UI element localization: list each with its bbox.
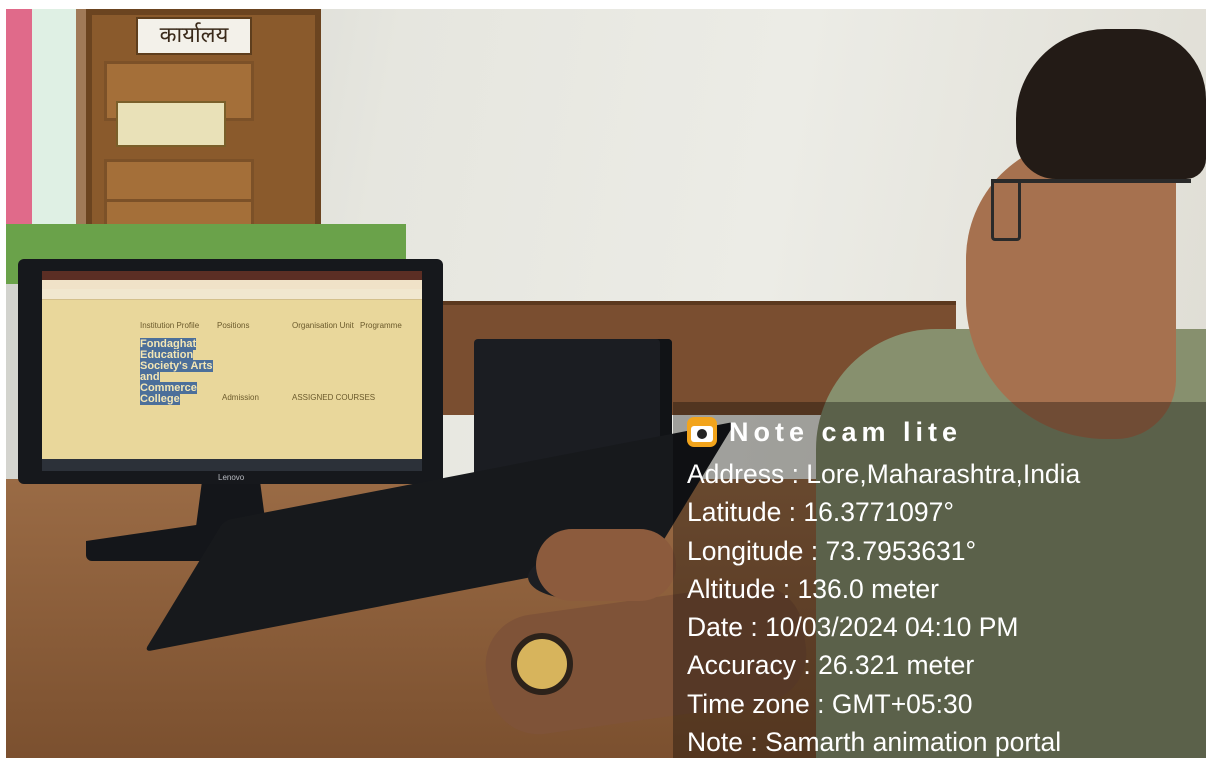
screen-heading: Institution Profile — [140, 321, 200, 330]
glasses-lens — [991, 179, 1021, 241]
notecam-overlay: Note cam lite Address : Lore,Maharashtra… — [673, 402, 1206, 758]
overlay-latitude: Latitude : 16.3771097° — [687, 497, 954, 528]
hand-on-mouse — [536, 529, 676, 601]
overlay-longitude: Longitude : 73.7953631° — [687, 535, 977, 566]
hair — [1016, 29, 1206, 179]
browser-urlbar — [42, 280, 422, 289]
overlay-accuracy: Accuracy : 26.321 meter — [687, 650, 975, 681]
overlay-altitude: Altitude : 136.0 meter — [687, 573, 939, 604]
photo: कार्यालय Institution Profile Positions O… — [6, 9, 1206, 758]
screen-heading: Organisation Unit — [292, 321, 354, 330]
door-plate — [116, 101, 226, 147]
screen-assigned: ASSIGNED COURSES — [292, 393, 376, 402]
camera-icon — [687, 417, 717, 447]
monitor-brand: Lenovo — [218, 473, 245, 482]
glasses — [991, 179, 1191, 223]
overlay-title-row: Note cam lite — [687, 412, 962, 452]
screen-heading: Programme — [360, 321, 402, 330]
overlay-date: Date : 10/03/2024 04:10 PM — [687, 612, 1019, 643]
browser-tabbar — [42, 271, 422, 280]
monitor-screen: Institution Profile Positions Organisati… — [42, 271, 422, 471]
overlay-address: Address : Lore,Maharashtra,India — [687, 459, 1081, 489]
wristwatch — [511, 633, 573, 695]
overlay-timezone: Time zone : GMT+05:30 — [687, 688, 973, 719]
door-sign: कार्यालय — [136, 17, 252, 55]
screen-admission: Admission — [222, 393, 259, 402]
window-gap — [6, 9, 92, 239]
overlay-lines: Address : Lore,Maharashtra,India Latitud… — [687, 455, 1080, 758]
screen-heading: Positions — [217, 321, 250, 330]
monitor: Institution Profile Positions Organisati… — [18, 259, 443, 484]
college-name: Fondaghat Education Society's Arts and C… — [140, 338, 213, 405]
overlay-note: Note : Samarth animation portal — [687, 727, 1062, 758]
app-bar — [42, 289, 422, 300]
office-door: कार्यालय — [86, 9, 321, 259]
overlay-app-name: Note cam lite — [729, 416, 963, 447]
taskbar — [42, 459, 422, 471]
